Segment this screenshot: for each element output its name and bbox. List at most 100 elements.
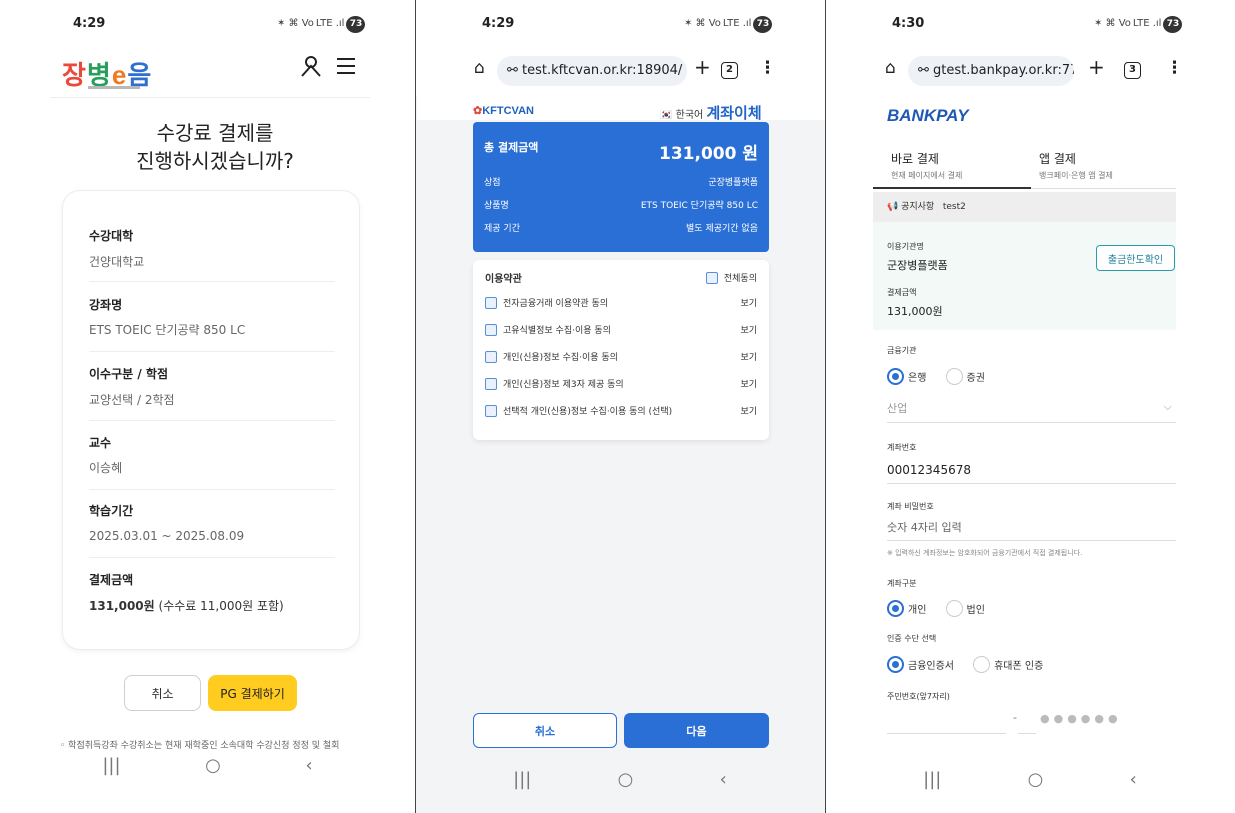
account-password-label: 계좌 비밀번호: [887, 502, 934, 511]
row-value: 군장병플랫폼: [708, 178, 758, 188]
rrn-front-input[interactable]: [887, 733, 1006, 734]
term-item[interactable]: 고유식별정보 수집·이용 동의 보기: [485, 323, 757, 336]
menu-icon[interactable]: [336, 57, 356, 75]
tab-count-button[interactable]: 2: [721, 62, 738, 79]
rrn-back-first-digit[interactable]: [1018, 733, 1036, 734]
next-button[interactable]: 다음: [624, 713, 769, 748]
home-icon[interactable]: ⌂: [474, 58, 485, 78]
language-and-service[interactable]: 🇰🇷 한국어 계좌이체: [660, 102, 762, 123]
back-icon[interactable]: ‹: [1130, 769, 1137, 790]
tab-direct-pay[interactable]: 바로 결제 현재 페이지에서 결제: [891, 150, 962, 181]
checkbox[interactable]: [485, 350, 497, 363]
tab-count-button[interactable]: 3: [1124, 62, 1141, 79]
rrn-dash: -: [1013, 711, 1017, 724]
radio-certificate[interactable]: [887, 656, 904, 673]
notice-label: 공지사항: [901, 202, 935, 212]
radio-phone-auth[interactable]: [973, 656, 991, 673]
field-label: 결제금액: [89, 573, 134, 587]
more-options-icon[interactable]: ⋮: [1166, 58, 1183, 78]
back-icon[interactable]: ‹: [720, 769, 727, 790]
home-icon[interactable]: ⌂: [885, 58, 896, 78]
withdraw-limit-button[interactable]: 출금한도확인: [1096, 245, 1175, 271]
view-link[interactable]: 보기: [740, 323, 757, 336]
summary-row: 제공 기간 별도 제공기간 없음: [484, 221, 758, 234]
kftcvan-brand: KFTCVAN: [482, 105, 534, 117]
checkbox[interactable]: [485, 323, 497, 336]
term-item[interactable]: 개인(신용)정보 제3자 제공 동의 보기: [485, 377, 757, 390]
field-value: 교양선택 / 2학점: [89, 393, 175, 407]
radio-personal[interactable]: [887, 600, 904, 617]
view-link[interactable]: 보기: [740, 350, 757, 363]
course-summary-card: 수강대학 건양대학교 강좌명 ETS TOEIC 단기공략 850 LC 이수구…: [62, 190, 360, 650]
battery-badge: 73: [753, 16, 773, 33]
notice-bar[interactable]: 📢 공지사항 test2: [873, 192, 1176, 222]
url-text: test.kftcvan.or.kr:18904/: [522, 63, 683, 78]
row-label: 상품명: [484, 201, 509, 211]
field-divider: [89, 281, 335, 282]
bank-select-value: 산업: [887, 402, 908, 415]
home-icon[interactable]: ○: [205, 755, 221, 776]
total-value: 131,000 원: [659, 144, 758, 164]
checkbox[interactable]: [485, 296, 497, 309]
kftcvan-mark-icon: ✿: [473, 105, 483, 117]
view-link[interactable]: 보기: [740, 404, 757, 417]
pg-pay-button[interactable]: PG 결제하기: [208, 675, 297, 711]
recent-apps-icon[interactable]: |||: [102, 755, 120, 776]
radio-bank[interactable]: [887, 368, 904, 385]
account-password-input[interactable]: 숫자 4자리 입력: [887, 519, 962, 535]
logo-char-1: 장: [62, 60, 87, 90]
user-icon[interactable]: [300, 55, 322, 77]
active-tab-indicator: [873, 187, 1031, 189]
radio-securities[interactable]: [945, 368, 963, 385]
site-settings-icon[interactable]: ⚯: [918, 63, 933, 78]
megaphone-icon: 📢: [887, 202, 899, 212]
term-item[interactable]: 선택적 개인(신용)정보 수집·이용 동의 (선택) 보기: [485, 404, 757, 417]
system-nav-bar: ||| ○ ‹: [60, 750, 355, 780]
recent-apps-icon[interactable]: |||: [923, 769, 941, 790]
checkbox[interactable]: [485, 377, 497, 390]
amount-value: 131,000원: [89, 599, 155, 613]
account-type-label: 계좌구분: [887, 579, 917, 588]
row-value: 별도 제공기간 없음: [686, 224, 758, 234]
new-tab-icon[interactable]: +: [694, 55, 711, 79]
org-value: 군장병플랫폼: [887, 259, 948, 272]
field-underline: [887, 422, 1176, 423]
tab-sublabel: 뱅크페이·은행 앱 결제: [1039, 171, 1113, 180]
cancel-button[interactable]: 취소: [473, 713, 617, 748]
bank-select[interactable]: 산업 ⌵: [887, 400, 1176, 420]
account-type-radio-group: 개인 법인: [887, 598, 999, 617]
terms-header: 이용약관 전체동의: [485, 270, 757, 285]
view-link[interactable]: 보기: [740, 377, 757, 390]
new-tab-icon[interactable]: +: [1088, 55, 1105, 79]
field-label: 학습기간: [89, 504, 134, 518]
account-number-label: 계좌번호: [887, 443, 917, 452]
tab-app-pay[interactable]: 앱 결제 뱅크페이·은행 앱 결제: [1039, 150, 1113, 181]
korea-flag-icon: 🇰🇷: [660, 110, 676, 121]
account-number-input[interactable]: 00012345678: [887, 463, 971, 477]
term-item[interactable]: 개인(신용)정보 수집·이용 동의 보기: [485, 350, 757, 363]
more-options-icon[interactable]: ⋮: [759, 58, 776, 78]
site-settings-icon[interactable]: ⚯: [507, 63, 522, 78]
field-underline: [887, 540, 1176, 541]
address-bar[interactable]: ⚯ test.kftcvan.or.kr:18904/: [497, 56, 687, 86]
home-icon[interactable]: ○: [618, 769, 634, 790]
checkbox[interactable]: [485, 404, 497, 417]
home-icon[interactable]: ○: [1028, 769, 1044, 790]
radio-label: 법인: [966, 605, 985, 616]
address-bar[interactable]: ⚯ gtest.bankpay.or.kr:7743: [908, 56, 1074, 86]
view-link[interactable]: 보기: [740, 296, 757, 309]
page-title-line2: 진행하시겠습니까?: [136, 149, 294, 173]
checkbox[interactable]: [705, 271, 718, 284]
logo-tagline: [88, 86, 140, 89]
cancel-button[interactable]: 취소: [124, 675, 201, 711]
agree-all-label: 전체동의: [723, 274, 757, 284]
notice-value: test2: [942, 202, 966, 212]
term-item[interactable]: 전자금융거래 이용약관 동의 보기: [485, 296, 757, 309]
row-value: ETS TOEIC 단기공략 850 LC: [640, 201, 758, 211]
recent-apps-icon[interactable]: |||: [513, 769, 531, 790]
radio-label: 휴대폰 인증: [994, 661, 1044, 672]
term-label: 개인(신용)정보 수집·이용 동의: [503, 353, 618, 363]
back-icon[interactable]: ‹: [305, 755, 312, 776]
agree-all-checkbox[interactable]: 전체동의: [705, 271, 757, 284]
radio-corporate[interactable]: [945, 600, 963, 617]
